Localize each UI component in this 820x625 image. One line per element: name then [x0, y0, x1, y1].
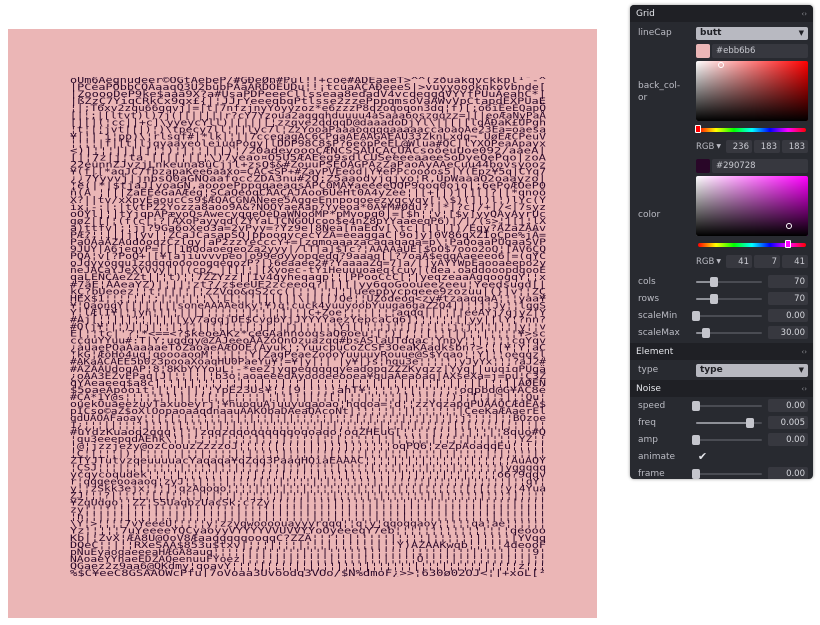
animate-checkbox[interactable]: ✔: [696, 450, 709, 463]
speed-slider[interactable]: [692, 400, 762, 411]
back-color-row: back_col-or #ebb6b6 RGB ▼ 236 183 183: [630, 44, 813, 159]
back-color-mode-select[interactable]: RGB ▼: [696, 142, 724, 152]
linecap-select[interactable]: butt ▼: [696, 26, 808, 40]
color-g-input[interactable]: 7: [754, 255, 780, 268]
mode-label: RGB: [696, 256, 715, 267]
noise-folder-title: Noise: [636, 383, 661, 394]
animate-label: animate: [638, 451, 676, 462]
animate-row: animate ✔: [630, 448, 813, 465]
sketch-canvas: õUm6Ãêgnudeer©ÔGtÄebeP/#GÐeØñ#Pùl!!+cõê#…: [8, 29, 597, 618]
amp-row: amp 0.00: [630, 431, 813, 448]
amp-label: amp: [638, 434, 658, 445]
frame-slider[interactable]: [692, 468, 762, 479]
back-color-r-input[interactable]: 236: [726, 140, 752, 153]
picker-value: [696, 61, 808, 121]
color-b-input[interactable]: 41: [782, 255, 808, 268]
scalemin-row: scaleMin 0.00: [630, 307, 813, 324]
frame-input[interactable]: 0.00: [768, 467, 808, 479]
chevron-down-icon: ▼: [798, 366, 804, 374]
linecap-row: lineCap butt ▼: [630, 22, 813, 44]
back-color-sv-picker[interactable]: [696, 61, 808, 121]
ascii-glyph-grid: õUm6Ãêgnudeer©ÔGtÄebeP/#GÐeØñ#Pùl!!+cõê#…: [70, 77, 546, 577]
speed-label: speed: [638, 400, 666, 411]
collapse-icon: ‹›: [801, 9, 807, 18]
speed-input[interactable]: 0.00: [768, 399, 808, 412]
type-value: type: [700, 365, 723, 375]
freq-label: freq: [638, 417, 656, 428]
chevron-down-icon: ▼: [716, 258, 721, 265]
back-color-label: back_col-or: [638, 81, 681, 103]
freq-slider[interactable]: [696, 417, 762, 428]
freq-input[interactable]: 0.005: [768, 416, 808, 429]
slider-thumb[interactable]: [692, 310, 700, 321]
freq-row: freq 0.005: [630, 414, 813, 431]
cols-label: cols: [638, 276, 656, 287]
scalemax-row: scaleMax 30.00: [630, 324, 813, 341]
back-color-hex[interactable]: #ebb6b6: [712, 44, 808, 58]
color-mode-select[interactable]: RGB ▼: [696, 257, 724, 267]
linecap-label: lineCap: [638, 28, 672, 38]
back-color-hue-slider[interactable]: [695, 125, 806, 133]
back-color-g-input[interactable]: 183: [754, 140, 780, 153]
slider-thumb[interactable]: [701, 327, 710, 338]
cols-row: cols 70: [630, 273, 813, 290]
tweakpane-panel: Grid ‹› lineCap butt ▼ back_col-or #ebb6…: [630, 5, 813, 479]
amp-input[interactable]: 0.00: [768, 433, 808, 446]
scalemin-label: scaleMin: [638, 310, 678, 321]
chevron-down-icon: ▼: [716, 143, 721, 150]
slider-fill: [696, 421, 751, 424]
element-folder-header[interactable]: Element ‹›: [630, 343, 813, 360]
hue-knob[interactable]: [784, 240, 791, 248]
color-r-input[interactable]: 41: [726, 255, 752, 268]
slider-thumb[interactable]: [692, 468, 700, 479]
scalemax-slider[interactable]: [696, 327, 762, 338]
noise-folder-header[interactable]: Noise ‹›: [630, 380, 813, 397]
scalemin-slider[interactable]: [692, 310, 762, 321]
mode-label: RGB: [696, 141, 715, 152]
hue-knob[interactable]: [695, 125, 701, 133]
rows-row: rows 70: [630, 290, 813, 307]
slider-thumb[interactable]: [709, 276, 718, 287]
type-select[interactable]: type ▼: [696, 363, 808, 377]
back-color-swatch[interactable]: [696, 44, 710, 58]
color-label: color: [638, 210, 661, 220]
grid-folder-header[interactable]: Grid ‹›: [630, 5, 813, 22]
picker-knob[interactable]: [717, 62, 724, 69]
type-label: type: [638, 365, 659, 375]
frame-label: frame: [638, 468, 665, 479]
chevron-down-icon: ▼: [798, 29, 804, 37]
color-row: color #290728 RGB ▼ 41 7 41: [630, 159, 813, 273]
rows-slider[interactable]: [696, 293, 762, 304]
checkmark-icon: ✔: [697, 450, 708, 463]
scalemax-label: scaleMax: [638, 327, 680, 338]
speed-row: speed 0.00: [630, 397, 813, 414]
color-swatch[interactable]: [696, 159, 710, 173]
color-sv-picker[interactable]: [696, 176, 808, 236]
element-folder-title: Element: [636, 346, 674, 357]
amp-slider[interactable]: [692, 434, 762, 445]
slider-thumb[interactable]: [746, 417, 755, 428]
rows-label: rows: [638, 293, 660, 304]
slider-thumb[interactable]: [692, 434, 700, 445]
scalemin-input[interactable]: 0.00: [768, 309, 808, 322]
collapse-icon: ‹›: [801, 347, 807, 356]
slider-thumb[interactable]: [709, 293, 718, 304]
back-color-b-input[interactable]: 183: [782, 140, 808, 153]
rows-input[interactable]: 70: [768, 292, 808, 305]
grid-folder-title: Grid: [636, 8, 655, 19]
color-hex[interactable]: #290728: [712, 159, 808, 173]
type-row: type type ▼: [630, 360, 813, 380]
collapse-icon: ‹›: [801, 384, 807, 393]
color-hue-slider[interactable]: [698, 240, 806, 248]
frame-row: frame 0.00: [630, 465, 813, 479]
slider-thumb[interactable]: [692, 400, 700, 411]
linecap-value: butt: [700, 28, 722, 38]
cols-slider[interactable]: [696, 276, 762, 287]
scalemax-input[interactable]: 30.00: [768, 326, 808, 339]
glyph-row: %$C¥eeC8GSAAOWcPfu|7oVoaa3Uvõodq3VOo/$N%…: [70, 568, 546, 577]
cols-input[interactable]: 70: [768, 275, 808, 288]
